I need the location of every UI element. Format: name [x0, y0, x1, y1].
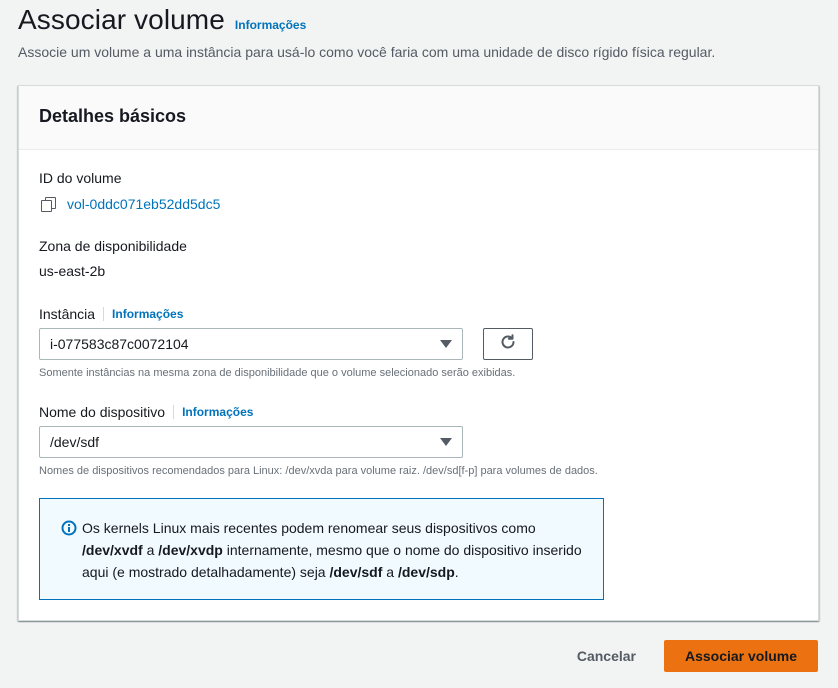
- alert-message: Os kernels Linux mais recentes podem ren…: [82, 517, 583, 583]
- basic-details-panel: Detalhes básicos ID do volume vol-0ddc07…: [18, 85, 819, 621]
- instance-hint: Somente instâncias na mesma zona de disp…: [39, 367, 516, 379]
- alert-device-path: /dev/xvdf: [82, 542, 143, 558]
- title-row: Associar volume Informações: [18, 4, 828, 36]
- page-header: Associar volume Informações Associe um v…: [18, 4, 828, 60]
- alert-device-path: /dev/sdp: [397, 564, 455, 580]
- instance-select-value: i-077583c87c0072104: [50, 336, 189, 352]
- device-name-select[interactable]: /dev/sdf: [39, 426, 463, 458]
- device-name-info-link[interactable]: Informações: [182, 405, 253, 419]
- instance-label-text: Instância: [39, 306, 96, 322]
- device-name-hint: Nomes de dispositivos recomendados para …: [39, 465, 598, 477]
- copy-icon[interactable]: [41, 197, 56, 212]
- alert-text: .: [454, 564, 459, 580]
- panel-title: Detalhes básicos: [39, 106, 187, 126]
- instance-select[interactable]: i-077583c87c0072104: [39, 328, 463, 360]
- volume-id-label-text: ID do volume: [39, 170, 122, 186]
- alert-text: a: [382, 564, 398, 580]
- page-subtitle: Associe um volume a uma instância para u…: [18, 44, 716, 60]
- volume-id-text[interactable]: vol-0ddc071eb52dd5dc5: [67, 196, 220, 212]
- device-name-label: Nome do dispositivo Informações: [39, 404, 253, 420]
- info-alert: Os kernels Linux mais recentes podem ren…: [39, 498, 604, 600]
- instance-label: Instância Informações: [39, 306, 183, 322]
- page-info-link[interactable]: Informações: [235, 18, 306, 32]
- alert-device-path: /dev/sdf: [329, 564, 383, 580]
- alert-text: a: [142, 542, 159, 558]
- device-name-label-text: Nome do dispositivo: [39, 404, 166, 420]
- volume-id-value[interactable]: vol-0ddc071eb52dd5dc5: [41, 196, 220, 212]
- form-actions: Cancelar Associar volume: [557, 640, 818, 672]
- cancel-button[interactable]: Cancelar: [557, 640, 656, 672]
- label-divider: [173, 405, 175, 419]
- device-name-select-value: /dev/sdf: [50, 434, 100, 450]
- availability-zone-label-text: Zona de disponibilidade: [39, 238, 187, 254]
- label-divider: [103, 307, 105, 321]
- panel-header: Detalhes básicos: [19, 86, 818, 150]
- alert-text: Os kernels Linux mais recentes podem ren…: [82, 520, 536, 536]
- availability-zone-value: us-east-2b: [39, 263, 106, 279]
- info-icon: [61, 520, 77, 542]
- caret-down-icon: [440, 340, 452, 348]
- volume-id-label: ID do volume: [39, 170, 121, 186]
- availability-zone-label: Zona de disponibilidade: [39, 238, 187, 254]
- page-title: Associar volume: [18, 4, 225, 35]
- caret-down-icon: [440, 438, 452, 446]
- alert-device-path: /dev/xvdp: [158, 542, 223, 558]
- refresh-icon: [499, 333, 517, 356]
- instance-info-link[interactable]: Informações: [112, 307, 183, 321]
- refresh-instances-button[interactable]: [483, 328, 533, 360]
- attach-volume-button[interactable]: Associar volume: [664, 640, 818, 672]
